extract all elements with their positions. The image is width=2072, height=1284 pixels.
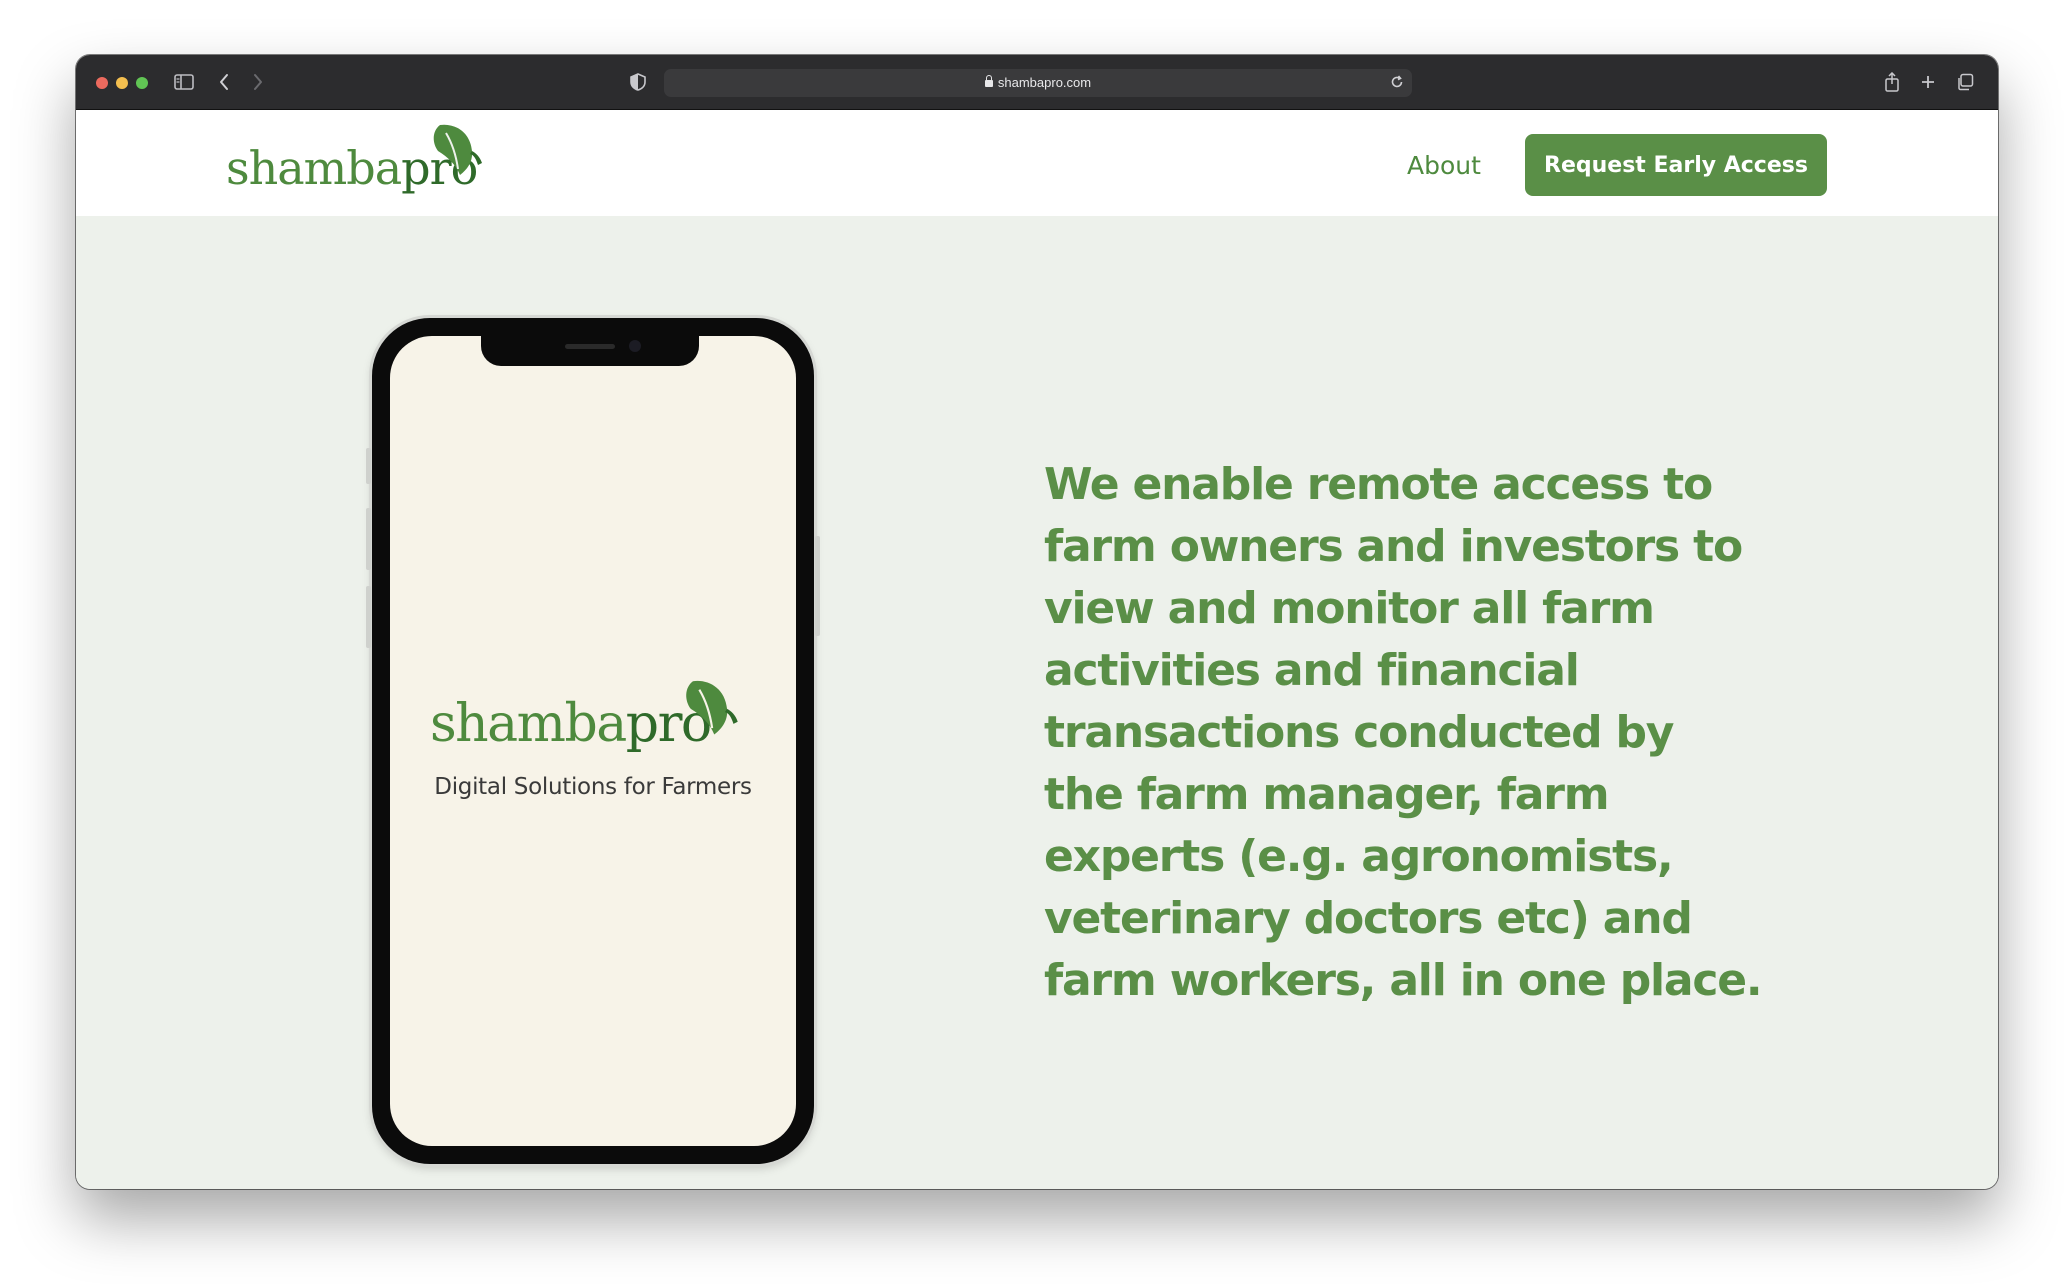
phone-speaker [565, 344, 615, 349]
browser-toolbar: shambapro.com [76, 55, 1998, 110]
close-window-button[interactable] [96, 77, 108, 89]
logo-text-main: shamba [226, 141, 402, 195]
shambapro-logo[interactable]: shambapro [226, 121, 496, 201]
lock-icon [984, 75, 993, 88]
phone-mockup: shambapro Digital Solutions for Farmers [366, 318, 820, 1164]
maximize-window-button[interactable] [136, 77, 148, 89]
new-tab-icon[interactable] [1918, 71, 1938, 93]
phone-notch [481, 336, 699, 366]
phone-tagline: Digital Solutions for Farmers [434, 774, 752, 800]
reload-icon[interactable] [1388, 73, 1406, 91]
share-icon[interactable] [1882, 71, 1902, 93]
url-display[interactable]: shambapro.com [664, 75, 1412, 90]
phone-camera [629, 340, 641, 352]
hero-section: shambapro Digital Solutions for Farmers … [76, 216, 1998, 1189]
url-text: shambapro.com [997, 75, 1092, 90]
phone-leaf-icon [686, 680, 738, 735]
back-icon[interactable] [214, 71, 234, 93]
phone-side-button [366, 448, 371, 484]
phone-side-button [366, 508, 371, 570]
leaf-icon [433, 124, 482, 175]
request-early-access-button[interactable]: Request Early Access [1525, 134, 1827, 196]
privacy-shield-icon[interactable] [628, 71, 648, 93]
site-header: shambapro About Request Early Access [76, 111, 1998, 216]
phone-side-button [815, 536, 820, 636]
forward-icon[interactable] [248, 71, 268, 93]
minimize-window-button[interactable] [116, 77, 128, 89]
phone-logo-text-main: shamba [430, 694, 627, 754]
browser-window: shambapro.com shambapro About Request Ea… [76, 55, 1998, 1189]
tab-overview-icon[interactable] [1954, 71, 1976, 93]
phone-side-button [366, 586, 371, 648]
phone-screen-logo: shambapro [430, 674, 760, 764]
phone-frame: shambapro Digital Solutions for Farmers [366, 318, 820, 1164]
phone-logo-wordmark: shambapro [430, 694, 712, 754]
hero-headline: We enable remote access to farm owners a… [1044, 459, 1763, 1006]
nav-link-about[interactable]: About [1407, 151, 1481, 180]
web-page: shambapro About Request Early Access sha… [76, 111, 1998, 1189]
sidebar-toggle-icon[interactable] [172, 71, 196, 93]
phone-screen: shambapro Digital Solutions for Farmers [390, 336, 796, 1146]
address-bar[interactable]: shambapro.com [664, 69, 1412, 97]
